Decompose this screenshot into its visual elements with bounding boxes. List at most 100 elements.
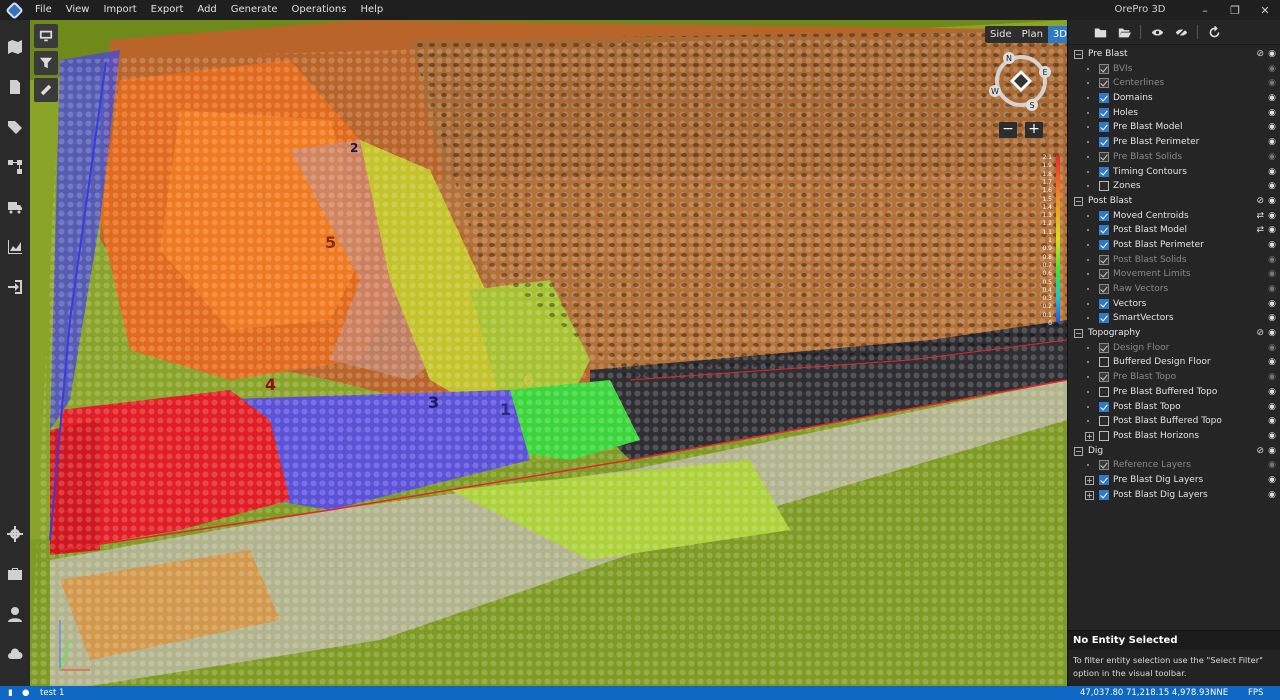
menu-operations[interactable]: Operations	[285, 0, 354, 20]
minimize-button[interactable]: –	[1190, 0, 1220, 20]
layer-item-post-blast-topo[interactable]: Post Blast Topo ◉	[1068, 400, 1280, 415]
layer-item-timing-contours[interactable]: Timing Contours ◉	[1068, 165, 1280, 180]
layer-checkbox[interactable]	[1099, 225, 1109, 236]
user-icon[interactable]	[0, 601, 30, 627]
eye-icon[interactable]: ◉	[1268, 120, 1276, 135]
expand-icon[interactable]: +	[1085, 490, 1094, 500]
eye-icon[interactable]: ◉	[1268, 385, 1276, 400]
layer-group-pre-blast[interactable]: − Pre Blast ◉ ⊘	[1068, 47, 1280, 62]
layer-checkbox[interactable]	[1099, 284, 1109, 294]
layer-checkbox[interactable]	[1099, 460, 1109, 471]
layer-group-post-blast[interactable]: − Post Blast ◉ ⊘	[1068, 194, 1280, 209]
view-plan-button[interactable]: Plan	[1017, 26, 1048, 43]
layer-checkbox[interactable]	[1099, 416, 1109, 427]
layer-checkbox[interactable]	[1099, 313, 1109, 324]
layer-item-raw-vectors[interactable]: Raw Vectors ◉	[1068, 282, 1280, 297]
zoom-in-button[interactable]: +	[1025, 122, 1043, 138]
navigation-compass[interactable]: N E S W	[988, 48, 1054, 114]
layer-checkbox[interactable]	[1099, 151, 1109, 162]
layer-checkbox[interactable]	[1099, 474, 1109, 485]
truck-icon[interactable]	[0, 194, 30, 220]
layer-checkbox[interactable]	[1099, 357, 1109, 368]
eye-icon[interactable]: ◉	[1268, 106, 1276, 121]
layer-item-zones[interactable]: Zones ◉	[1068, 179, 1280, 194]
layer-item-pre-blast-dig-layers[interactable]: + Pre Blast Dig Layers ◉	[1068, 473, 1280, 488]
eye-icon[interactable]: ◉	[1268, 414, 1276, 429]
eye-icon[interactable]: ◉	[1268, 47, 1276, 62]
layer-item-post-blast-solids[interactable]: Post Blast Solids ◉	[1068, 253, 1280, 268]
layer-item-reference-layers[interactable]: Reference Layers ◉	[1068, 458, 1280, 473]
menu-help[interactable]: Help	[353, 0, 390, 20]
eye-icon[interactable]: ◉	[1268, 253, 1276, 268]
layer-item-bvis[interactable]: BVIs ◉	[1068, 62, 1280, 77]
briefcase-icon[interactable]	[0, 561, 30, 587]
eye-icon[interactable]: ◉	[1268, 488, 1276, 503]
collapse-icon[interactable]: −	[1074, 196, 1083, 206]
eye-icon[interactable]: ◉	[1268, 62, 1276, 77]
layer-checkbox[interactable]	[1099, 181, 1109, 192]
eye-icon[interactable]: ◉	[1268, 91, 1276, 106]
hide-all-icon[interactable]: ⊘	[1256, 326, 1264, 341]
collapse-icon[interactable]: −	[1074, 446, 1083, 456]
eye-icon[interactable]: ◉	[1268, 400, 1276, 415]
expand-icon[interactable]: +	[1085, 475, 1094, 485]
layer-item-post-blast-dig-layers[interactable]: + Post Blast Dig Layers ◉	[1068, 488, 1280, 503]
eye-icon[interactable]: ◉	[1268, 458, 1276, 473]
eye-icon[interactable]: ◉	[1268, 267, 1276, 282]
view-3d-button[interactable]: 3D	[1047, 26, 1067, 43]
eye-icon[interactable]: ◉	[1268, 179, 1276, 194]
eye-icon[interactable]: ◉	[1268, 135, 1276, 150]
eye-icon[interactable]: ◉	[1268, 194, 1276, 209]
document-icon[interactable]	[0, 74, 30, 100]
layer-checkbox[interactable]	[1099, 254, 1109, 265]
layer-item-design-floor[interactable]: Design Floor ◉	[1068, 341, 1280, 356]
eye-icon[interactable]	[1145, 20, 1169, 44]
link-icon[interactable]: ⇄	[1256, 209, 1264, 224]
expand-icon[interactable]: +	[1085, 431, 1094, 441]
eye-icon[interactable]: ◉	[1268, 444, 1276, 459]
layer-item-movement-limits[interactable]: Movement Limits ◉	[1068, 267, 1280, 282]
hide-all-icon[interactable]: ⊘	[1256, 194, 1264, 209]
eye-off-icon[interactable]	[1169, 20, 1193, 44]
collapse-icon[interactable]: −	[1074, 329, 1083, 339]
eye-icon[interactable]: ◉	[1268, 429, 1276, 444]
layer-item-buffered-design-floor[interactable]: Buffered Design Floor ◉	[1068, 355, 1280, 370]
menu-add[interactable]: Add	[190, 0, 223, 20]
layer-item-pre-blast-perimeter[interactable]: Pre Blast Perimeter ◉	[1068, 135, 1280, 150]
layer-checkbox[interactable]	[1099, 298, 1109, 309]
eye-icon[interactable]: ◉	[1268, 150, 1276, 165]
layer-checkbox[interactable]	[1099, 342, 1109, 353]
ruler-icon[interactable]	[34, 78, 58, 102]
menu-view[interactable]: View	[59, 0, 97, 20]
eye-icon[interactable]: ◉	[1268, 341, 1276, 356]
eye-icon[interactable]: ◉	[1268, 223, 1276, 238]
eye-icon[interactable]: ◉	[1268, 311, 1276, 326]
restore-button[interactable]: ❐	[1220, 0, 1250, 20]
refresh-icon[interactable]	[1202, 20, 1226, 44]
eye-icon[interactable]: ◉	[1268, 473, 1276, 488]
layer-item-smartvectors[interactable]: SmartVectors ◉	[1068, 311, 1280, 326]
hide-all-icon[interactable]: ⊘	[1256, 444, 1264, 459]
eye-icon[interactable]: ◉	[1268, 355, 1276, 370]
layer-checkbox[interactable]	[1099, 93, 1109, 104]
eye-icon[interactable]: ◉	[1268, 370, 1276, 385]
layer-item-pre-blast-model[interactable]: Pre Blast Model ◉	[1068, 120, 1280, 135]
layer-item-post-blast-model[interactable]: Post Blast Model ◉ ⇄	[1068, 223, 1280, 238]
eye-icon[interactable]: ◉	[1268, 326, 1276, 341]
layer-item-pre-blast-buffered-topo[interactable]: Pre Blast Buffered Topo ◉	[1068, 385, 1280, 400]
filter-icon[interactable]	[34, 51, 58, 75]
layer-checkbox[interactable]	[1099, 401, 1109, 412]
layer-checkbox[interactable]	[1099, 78, 1109, 89]
link-icon[interactable]: ⇄	[1256, 223, 1264, 238]
layer-checkbox[interactable]	[1099, 430, 1109, 441]
layer-item-moved-centroids[interactable]: Moved Centroids ◉ ⇄	[1068, 209, 1280, 224]
layer-group-topography[interactable]: − Topography ◉ ⊘	[1068, 326, 1280, 341]
3d-viewport[interactable]: 1 2 3 4 5 6 Side Plan 3D N E S W − + 2.1…	[30, 20, 1067, 686]
eye-icon[interactable]: ◉	[1268, 76, 1276, 91]
layer-checkbox[interactable]	[1099, 386, 1109, 397]
layer-item-centerlines[interactable]: Centerlines ◉	[1068, 76, 1280, 91]
layer-item-pre-blast-topo[interactable]: Pre Blast Topo ◉	[1068, 370, 1280, 385]
project-name[interactable]: test 1	[40, 686, 64, 700]
layer-checkbox[interactable]	[1099, 63, 1109, 74]
layer-checkbox[interactable]	[1099, 489, 1109, 500]
